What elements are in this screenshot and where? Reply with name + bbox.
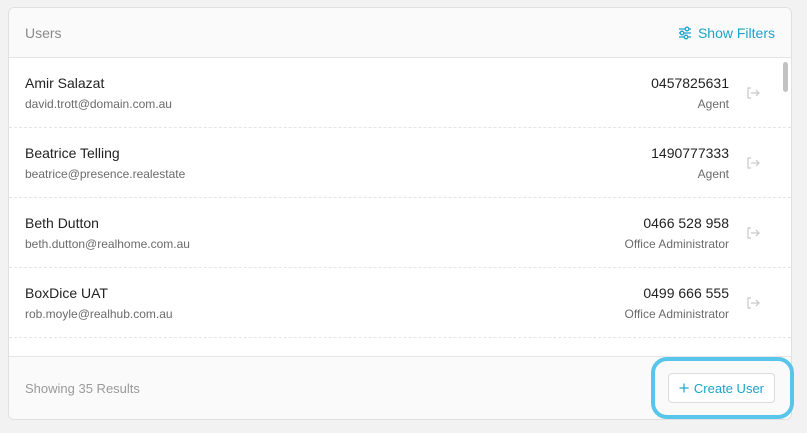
user-email: rob.moyle@realhub.com.au [25,306,173,321]
user-name: Amir Salazat [25,74,105,91]
user-role: Agent [697,96,729,111]
panel-footer: Showing 35 Results Create User [9,356,791,419]
create-user-button[interactable]: Create User [667,373,775,403]
user-email: beatrice@presence.realestate [25,166,186,181]
results-count: Showing 35 Results [25,380,140,396]
user-name: BoxDice UAT [25,284,108,301]
user-name: Beatrice Telling [25,144,120,161]
scrollbar[interactable] [783,62,788,350]
scrollbar-thumb[interactable] [783,62,788,92]
user-row[interactable]: Amir Salazat david.trott@domain.com.au 0… [9,58,791,128]
user-phone: 0499 666 555 [643,284,729,301]
panel-header: Users Show Filters [9,8,791,58]
panel-title: Users [25,24,62,41]
show-filters-button[interactable]: Show Filters [678,25,775,41]
users-panel: Users Show Filters Amir Salazat david.tr… [8,7,792,420]
login-arrow-icon[interactable] [745,225,761,241]
user-email: beth.dutton@realhome.com.au [25,236,190,251]
create-user-label: Create User [693,380,764,396]
user-list[interactable]: Amir Salazat david.trott@domain.com.au 0… [9,58,791,358]
user-phone: 1490777333 [651,144,729,161]
user-role: Agent [697,166,729,181]
user-row[interactable]: Beatrice Telling beatrice@presence.reale… [9,128,791,198]
user-phone: 0457825631 [651,74,729,91]
user-role: Office Administrator [624,306,729,321]
show-filters-label: Show Filters [697,24,775,41]
login-arrow-icon[interactable] [745,85,761,101]
user-name: Beth Dutton [25,214,99,231]
user-row[interactable]: Beth Dutton beth.dutton@realhome.com.au … [9,198,791,268]
user-role: Office Administrator [624,236,729,251]
login-arrow-icon[interactable] [745,155,761,171]
user-row[interactable]: BoxDice UAT rob.moyle@realhub.com.au 049… [9,268,791,338]
user-email: david.trott@domain.com.au [25,96,172,111]
sliders-icon [678,26,691,39]
user-phone: 0466 528 958 [643,214,729,231]
plus-icon [679,383,689,393]
login-arrow-icon[interactable] [745,295,761,311]
